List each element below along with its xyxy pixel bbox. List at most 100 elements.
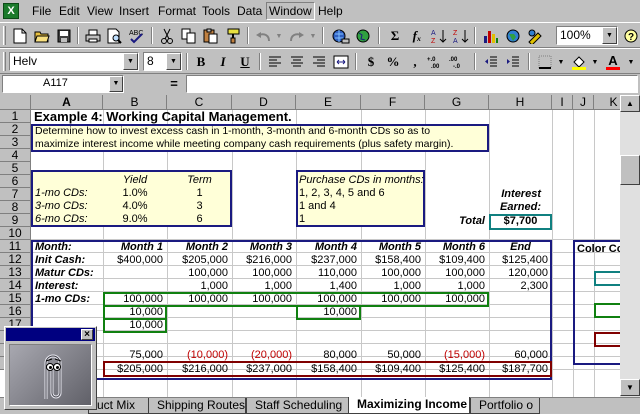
- zoom-select[interactable]: 100% ▼: [556, 26, 618, 45]
- menu-view[interactable]: View: [86, 3, 114, 19]
- schedule-cell[interactable]: $216,000: [167, 363, 228, 376]
- column-header-c[interactable]: C: [167, 95, 232, 110]
- cd-term[interactable]: 6: [167, 213, 232, 226]
- chevron-down-icon[interactable]: ▼: [123, 53, 138, 70]
- close-icon[interactable]: ×: [81, 329, 93, 340]
- excel-app-icon[interactable]: X: [3, 3, 19, 19]
- schedule-cell[interactable]: $205,000: [103, 363, 163, 376]
- function-wizard-icon[interactable]: fₓ: [406, 26, 428, 46]
- font-name-select[interactable]: Helv ▼: [9, 52, 139, 71]
- column-header-g[interactable]: G: [425, 95, 489, 110]
- column-header-j[interactable]: J: [573, 95, 594, 110]
- schedule-cell[interactable]: 100,000: [425, 293, 485, 306]
- scroll-down-icon[interactable]: ▼: [620, 379, 640, 396]
- merge-center-icon[interactable]: [330, 52, 352, 72]
- purchase-line[interactable]: 1, 2, 3, 4, 5 and 6: [299, 187, 385, 200]
- schedule-cell[interactable]: $125,400: [489, 254, 548, 267]
- menu-edit[interactable]: Edit: [58, 3, 81, 19]
- name-box[interactable]: A117 ▼: [2, 75, 124, 93]
- edit-formula-button[interactable]: =: [164, 76, 184, 92]
- select-all-corner[interactable]: [0, 95, 31, 110]
- schedule-cell[interactable]: $216,000: [232, 254, 292, 267]
- underline-button[interactable]: U: [234, 52, 256, 72]
- vertical-scrollbar[interactable]: ▲ ▼: [620, 95, 640, 397]
- increase-indent-icon[interactable]: [502, 52, 524, 72]
- column-header-b[interactable]: B: [103, 95, 167, 110]
- menu-help[interactable]: Help: [317, 3, 344, 19]
- cd-yield[interactable]: 9.0%: [103, 213, 167, 226]
- schedule-cell[interactable]: 2,300: [489, 280, 548, 293]
- column-header-k[interactable]: K: [594, 95, 620, 110]
- schedule-cell[interactable]: $400,000: [103, 254, 163, 267]
- autosum-icon[interactable]: Σ: [384, 26, 406, 46]
- schedule-cell[interactable]: 100,000: [361, 267, 421, 280]
- undo-dropdown-icon[interactable]: ▼: [274, 27, 284, 45]
- undo-icon[interactable]: [252, 26, 274, 46]
- bold-button[interactable]: B: [190, 52, 212, 72]
- schedule-cell[interactable]: $109,400: [425, 254, 485, 267]
- font-size-select[interactable]: 8 ▼: [143, 52, 182, 71]
- cd-term[interactable]: 3: [167, 200, 232, 213]
- sort-descending-icon[interactable]: ZA: [450, 26, 472, 46]
- save-icon[interactable]: [53, 26, 75, 46]
- menu-file[interactable]: File: [31, 3, 52, 19]
- schedule-cell[interactable]: $158,400: [361, 254, 421, 267]
- column-header-h[interactable]: H: [489, 95, 552, 110]
- toolbar-grip[interactable]: [3, 52, 6, 71]
- column-header-f[interactable]: F: [361, 95, 425, 110]
- new-icon[interactable]: [9, 26, 31, 46]
- column-header-e[interactable]: E: [296, 95, 361, 110]
- office-assistant-window[interactable]: ×: [4, 326, 97, 410]
- decrease-decimal-button[interactable]: .00 -.0: [448, 52, 470, 72]
- scroll-up-icon[interactable]: ▲: [620, 95, 640, 112]
- percent-button[interactable]: %: [382, 52, 404, 72]
- map-icon[interactable]: [502, 26, 524, 46]
- schedule-cell[interactable]: 100,000: [361, 293, 421, 306]
- tab-staff-scheduling[interactable]: Staff Scheduling: [246, 398, 350, 414]
- menu-data[interactable]: Data: [236, 3, 263, 19]
- italic-button[interactable]: I: [212, 52, 234, 72]
- align-center-icon[interactable]: [286, 52, 308, 72]
- chart-wizard-icon[interactable]: [480, 26, 502, 46]
- borders-icon[interactable]: [534, 52, 556, 72]
- cd-term[interactable]: 1: [167, 187, 232, 200]
- chevron-down-icon[interactable]: ▼: [109, 76, 123, 92]
- schedule-cell[interactable]: 120,000: [489, 267, 548, 280]
- office-assistant-icon[interactable]: ?: [620, 26, 640, 46]
- fill-color-icon[interactable]: [568, 52, 590, 72]
- web-toolbar-icon[interactable]: [352, 26, 374, 46]
- fill-color-dropdown-icon[interactable]: ▼: [590, 53, 600, 71]
- toolbar-grip[interactable]: [3, 26, 6, 45]
- purchase-line[interactable]: 1: [299, 213, 305, 226]
- tab-shipping-routes[interactable]: Shipping Routes: [148, 398, 246, 414]
- schedule-cell[interactable]: $237,000: [232, 363, 292, 376]
- column-header-a[interactable]: A: [31, 95, 103, 110]
- print-icon[interactable]: [82, 26, 104, 46]
- redo-icon[interactable]: [286, 26, 308, 46]
- menu-window[interactable]: Window: [266, 2, 315, 20]
- schedule-cell[interactable]: 100,000: [425, 267, 485, 280]
- currency-button[interactable]: $: [360, 52, 382, 72]
- sort-ascending-icon[interactable]: AZ: [428, 26, 450, 46]
- drawing-icon[interactable]: [524, 26, 546, 46]
- redo-dropdown-icon[interactable]: ▼: [308, 27, 318, 45]
- menu-tools[interactable]: Tools: [201, 3, 231, 19]
- schedule-cell[interactable]: $237,000: [296, 254, 357, 267]
- tab-portfolio[interactable]: Portfolio o: [470, 398, 540, 414]
- align-left-icon[interactable]: [264, 52, 286, 72]
- print-preview-icon[interactable]: [104, 26, 126, 46]
- purchase-line[interactable]: 1 and 4: [299, 200, 336, 213]
- open-icon[interactable]: [31, 26, 53, 46]
- schedule-cell[interactable]: $187,700: [489, 363, 548, 376]
- schedule-cell[interactable]: $125,400: [425, 363, 485, 376]
- copy-icon[interactable]: [178, 26, 200, 46]
- schedule-cell[interactable]: 100,000: [167, 293, 228, 306]
- column-header-d[interactable]: D: [232, 95, 296, 110]
- chevron-down-icon[interactable]: ▼: [602, 27, 617, 44]
- cd-yield[interactable]: 1.0%: [103, 187, 167, 200]
- column-header-i[interactable]: I: [552, 95, 573, 110]
- schedule-cell[interactable]: $158,400: [296, 363, 357, 376]
- chevron-down-icon[interactable]: ▼: [166, 53, 181, 70]
- tab-maximizing-income[interactable]: Maximizing Income: [348, 397, 470, 414]
- schedule-cell[interactable]: 10,000: [103, 319, 163, 332]
